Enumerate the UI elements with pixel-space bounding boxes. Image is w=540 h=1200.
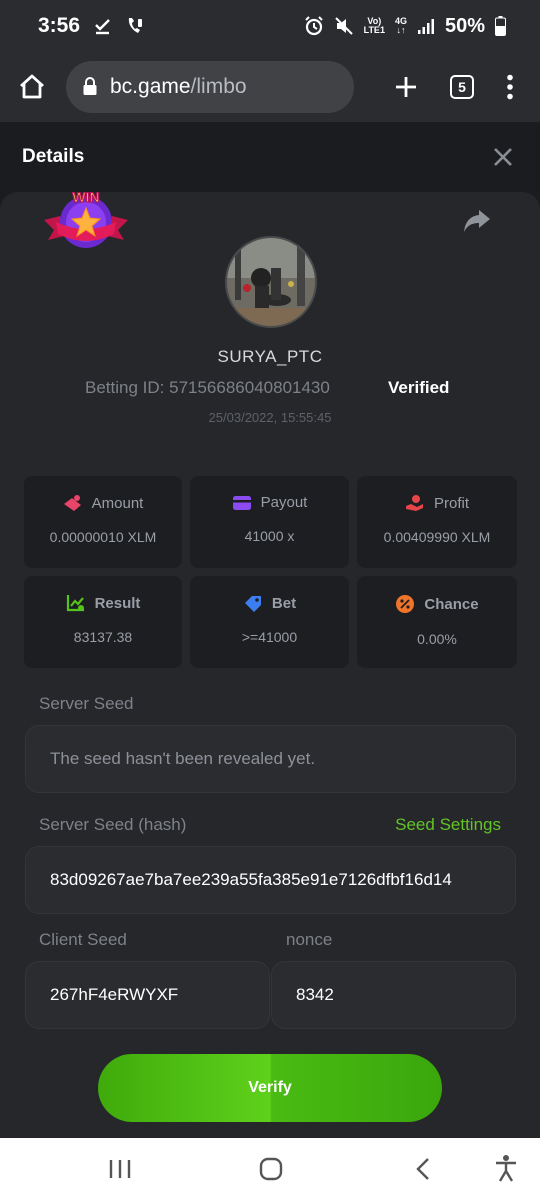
more-menu-icon[interactable] [506, 74, 514, 100]
result-chart-icon [66, 595, 84, 612]
details-header: Details [0, 122, 540, 192]
address-bar[interactable]: bc.game/limbo [66, 61, 354, 113]
signal-icon [417, 19, 434, 34]
server-seed-label: Server Seed [39, 694, 134, 713]
avatar [225, 236, 317, 328]
data-indicator: 4G ↓↑ [394, 16, 407, 35]
accessibility-icon[interactable] [494, 1154, 518, 1182]
url-path: /limbo [190, 75, 247, 98]
stat-result-value: 83137.38 [73, 629, 133, 645]
web-page: Details WIN SURYA_PTC Betting ID: 571566… [0, 122, 540, 1152]
verified-badge: Verified [388, 378, 450, 397]
stat-result-label: Result [94, 594, 141, 612]
bet-timestamp: 25/03/2022, 15:55:45 [208, 410, 332, 425]
call-forward-icon [128, 18, 143, 33]
stat-amount-label: Amount [91, 494, 144, 512]
percent-icon [396, 595, 415, 613]
betting-id-row: Betting ID: 57156686040801430 [85, 378, 330, 398]
back-icon[interactable] [414, 1157, 432, 1181]
client-seed-label: Client Seed [39, 930, 127, 949]
wallet-icon [232, 495, 251, 510]
browser-toolbar: bc.game/limbo 5 [0, 52, 540, 122]
battery-icon [495, 16, 506, 36]
status-time: 3:56 [38, 14, 81, 37]
home-button-icon[interactable] [259, 1157, 283, 1181]
profit-icon [405, 495, 423, 511]
mute-icon [334, 17, 353, 35]
win-badge-text: WIN [72, 192, 99, 205]
system-navigation-bar [0, 1138, 540, 1200]
stat-chance-value: 0.00% [417, 631, 457, 647]
tab-switcher-button[interactable]: 5 [450, 75, 474, 99]
alarm-icon [304, 16, 323, 36]
details-title: Details [22, 146, 85, 167]
nonce-label: nonce [286, 930, 333, 949]
stat-amount: Amount 0.00000010 XLM [24, 476, 182, 568]
win-badge-icon: WIN [44, 192, 128, 248]
server-seed-field[interactable]: The seed hasn't been revealed yet. [25, 725, 516, 793]
share-icon[interactable] [462, 208, 492, 234]
recent-apps-icon[interactable] [108, 1158, 132, 1180]
bet-tag-icon [244, 596, 261, 612]
bet-details-card: WIN SURYA_PTC Betting ID: 57156686040801… [0, 192, 540, 1152]
stat-bet: Bet >=41000 [190, 576, 349, 668]
stat-payout-label: Payout [260, 494, 308, 511]
seed-settings-link[interactable]: Seed Settings [395, 815, 501, 835]
volte-indicator: Vo) LTE1 [363, 16, 385, 35]
stats-grid: Amount 0.00000010 XLM Payout 41000 x Pro… [24, 476, 517, 668]
stat-chance-label: Chance [424, 595, 479, 613]
stat-amount-value: 0.00000010 XLM [49, 529, 157, 545]
username: SURYA_PTC [217, 347, 323, 366]
client-seed-field[interactable]: 267hF4eRWYXF [25, 961, 270, 1029]
nonce-field[interactable]: 8342 [271, 961, 516, 1029]
battery-percent: 50% [444, 14, 485, 37]
betting-id-value: 57156686040801430 [169, 378, 330, 397]
avatar-image [227, 238, 315, 326]
close-icon[interactable] [490, 144, 516, 170]
stat-payout-value: 41000 x [244, 528, 295, 544]
stat-chance: Chance 0.00% [357, 576, 517, 668]
stat-profit-value: 0.00409990 XLM [383, 529, 491, 545]
lock-icon [83, 77, 97, 95]
stat-profit: Profit 0.00409990 XLM [357, 476, 517, 568]
url-host: bc.game [110, 75, 191, 98]
stat-bet-value: >=41000 [241, 629, 298, 645]
server-seed-hash-field[interactable]: 83d09267ae7ba7ee239a55fa385e91e7126dfbf1… [25, 846, 516, 914]
amount-icon [63, 495, 81, 511]
betting-id-label: Betting ID: [85, 378, 165, 397]
new-tab-icon[interactable] [394, 75, 418, 99]
stat-payout: Payout 41000 x [190, 476, 349, 568]
stat-profit-label: Profit [433, 494, 469, 512]
download-done-icon [95, 19, 110, 35]
home-icon[interactable] [18, 73, 46, 101]
stat-result: Result 83137.38 [24, 576, 182, 668]
status-bar: 3:56 Vo) LTE1 4G ↓↑ 50% [0, 0, 540, 52]
server-seed-hash-label: Server Seed (hash) [39, 815, 187, 834]
stat-bet-label: Bet [271, 594, 297, 612]
verify-button[interactable]: Verify [98, 1054, 442, 1122]
